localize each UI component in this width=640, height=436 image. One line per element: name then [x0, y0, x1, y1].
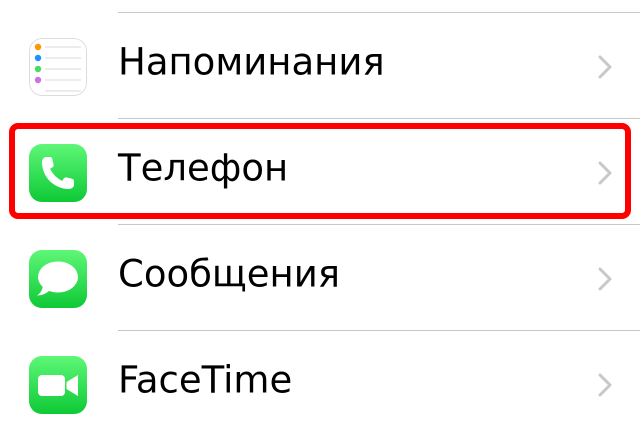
chevron-right-icon — [598, 267, 612, 291]
reminders-icon — [29, 38, 87, 96]
settings-item-reminders[interactable]: Напоминания — [0, 14, 640, 118]
chevron-right-icon — [598, 373, 612, 397]
settings-item-label: Сообщения — [118, 252, 341, 296]
settings-item-facetime[interactable]: FaceTime — [0, 332, 640, 436]
settings-item-messages[interactable]: Сообщения — [0, 226, 640, 330]
settings-item-label: FaceTime — [118, 358, 293, 402]
separator — [118, 224, 640, 225]
settings-item-label: Напоминания — [118, 40, 385, 84]
separator — [118, 330, 640, 331]
settings-list: Напоминания Телефон Сообщения FaceTime — [0, 0, 640, 414]
chevron-right-icon — [598, 161, 612, 185]
settings-item-phone[interactable]: Телефон — [0, 120, 640, 224]
facetime-icon — [29, 356, 87, 414]
phone-icon — [29, 144, 87, 202]
messages-icon — [29, 250, 87, 308]
separator — [118, 118, 640, 119]
settings-item-label: Телефон — [118, 146, 289, 190]
chevron-right-icon — [598, 55, 612, 79]
separator — [118, 12, 640, 13]
